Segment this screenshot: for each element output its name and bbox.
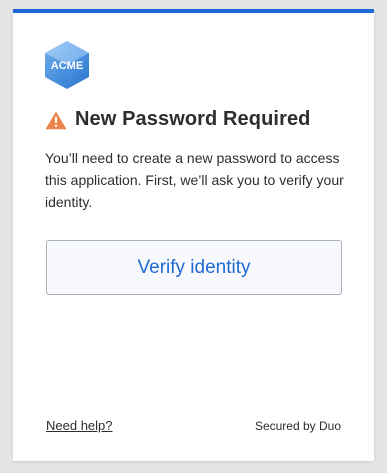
- page-title: New Password Required: [75, 108, 311, 130]
- description-text: You’ll need to create a new password to …: [45, 150, 344, 210]
- secured-by-duo-label: Secured by Duo: [254, 419, 341, 433]
- acme-hexagon-logo-icon: ACME: [45, 41, 89, 89]
- logo-text: ACME: [51, 60, 83, 72]
- auth-card: ACME New Password Required You’ll need t…: [13, 9, 374, 461]
- need-help-link[interactable]: Need help?: [46, 418, 113, 433]
- verify-identity-button[interactable]: Verify identity: [46, 240, 342, 295]
- acme-logo: ACME: [44, 40, 90, 90]
- warning-triangle-icon: [45, 110, 67, 130]
- page: ACME New Password Required You’ll need t…: [0, 0, 387, 473]
- title-row: New Password Required: [45, 108, 311, 131]
